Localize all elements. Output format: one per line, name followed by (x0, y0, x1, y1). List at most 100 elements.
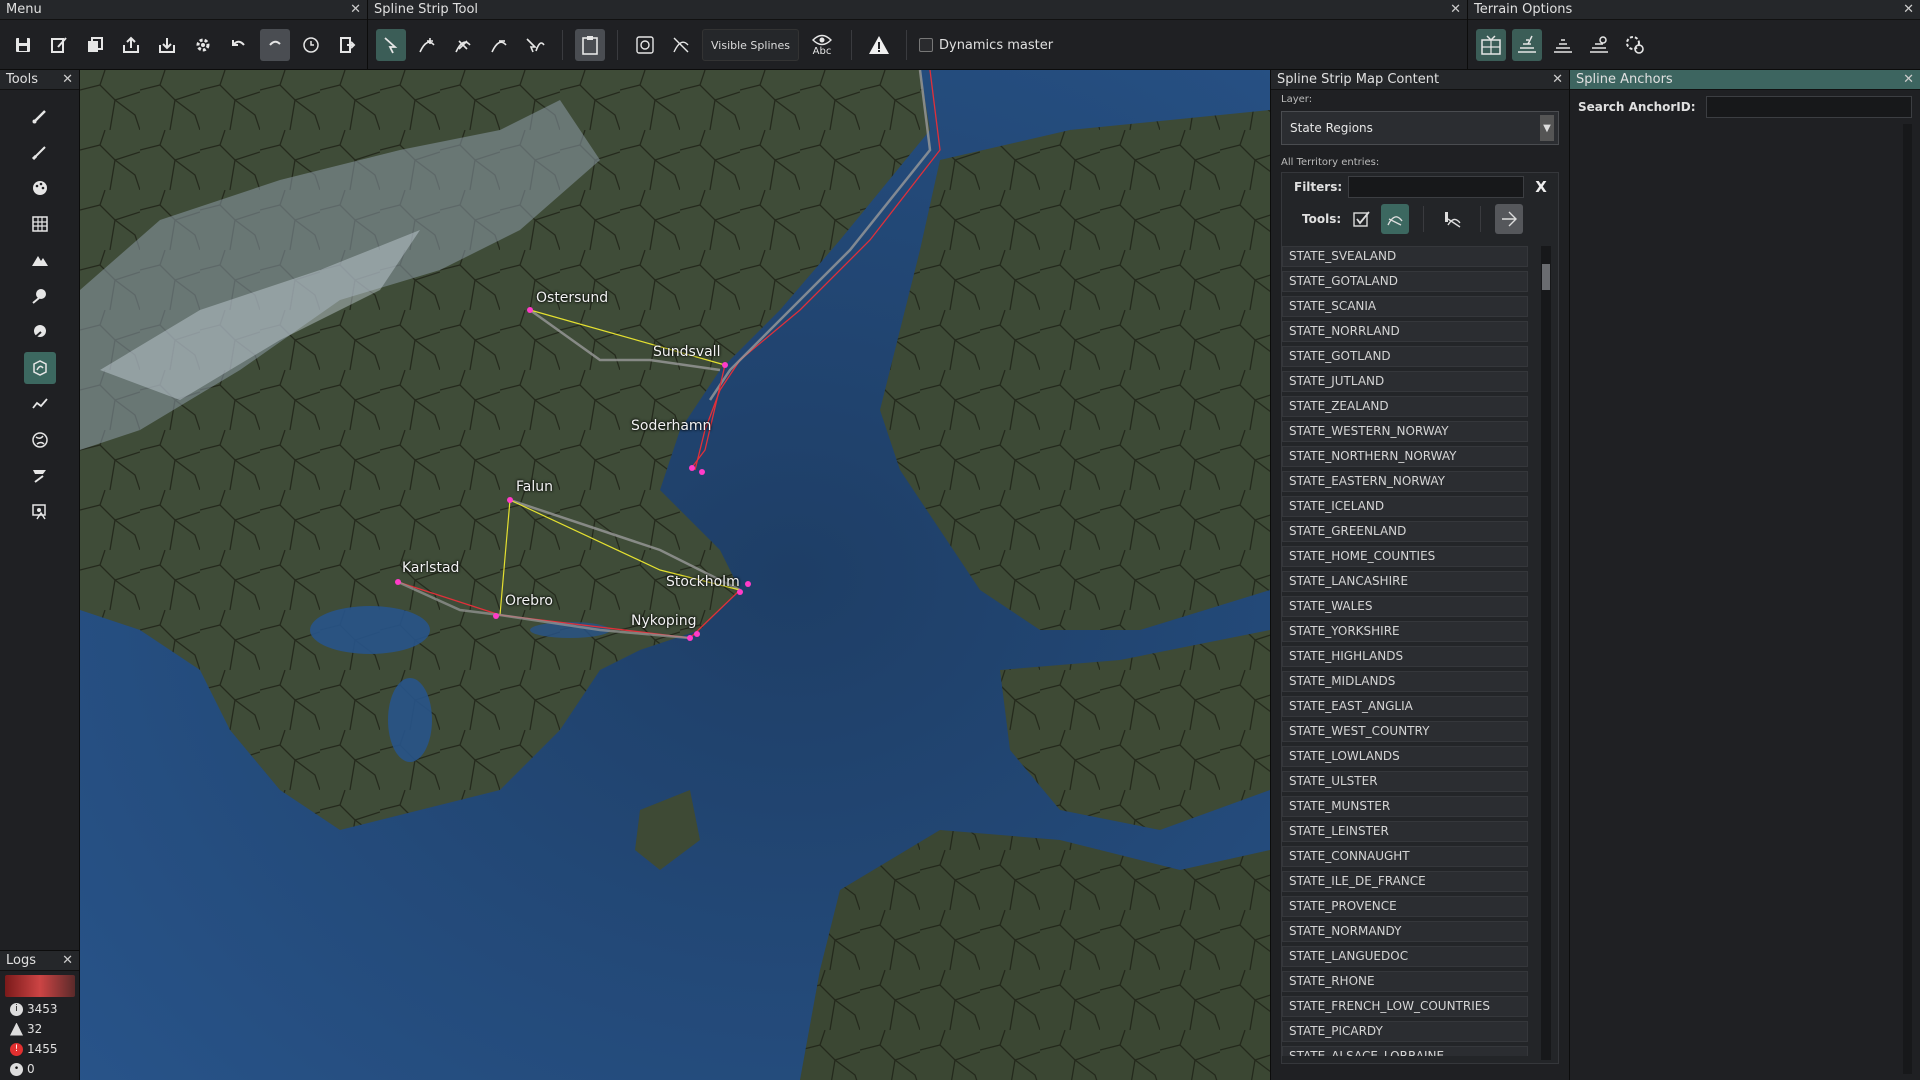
tree-paint-icon[interactable] (24, 280, 56, 312)
terrain-config-icon[interactable] (1620, 29, 1650, 61)
add-spline-point-icon[interactable] (412, 29, 442, 61)
terrain-map-icon[interactable] (1476, 29, 1506, 61)
visibility-toggle-icon[interactable] (666, 29, 696, 61)
split-spline-icon[interactable] (448, 29, 478, 61)
settings-gear-icon[interactable] (188, 29, 218, 61)
state-list-scroll-thumb[interactable] (1542, 264, 1550, 290)
logs-close-icon[interactable]: ✕ (62, 953, 73, 968)
palette-icon[interactable] (24, 172, 56, 204)
import-icon[interactable] (152, 29, 182, 61)
layer-dropdown[interactable]: State Regions ▼ (1281, 111, 1559, 145)
focus-target-icon[interactable] (630, 29, 660, 61)
road-flag-icon[interactable] (24, 460, 56, 492)
dynamics-master-checkbox[interactable] (918, 38, 933, 52)
state-list-item[interactable]: STATE_WALES (1282, 596, 1528, 617)
smudge-brush-icon[interactable] (24, 136, 56, 168)
state-list-item[interactable]: STATE_LOWLANDS (1282, 746, 1528, 767)
mountain-icon[interactable] (24, 244, 56, 276)
terrain-layers-icon[interactable] (1548, 29, 1578, 61)
clipboard-icon[interactable] (575, 29, 605, 61)
state-list-item[interactable]: STATE_NORMANDY (1282, 921, 1528, 942)
redo-icon[interactable] (260, 29, 290, 61)
state-list-item[interactable]: STATE_LANGUEDOC (1282, 946, 1528, 967)
split-entries-icon[interactable] (1495, 204, 1524, 234)
exit-icon[interactable] (332, 29, 362, 61)
filter-input[interactable] (1348, 176, 1524, 198)
state-list-item[interactable]: STATE_ULSTER (1282, 771, 1528, 792)
spline-anchors-panel: Spline Anchors ✕ Search AnchorID: (1570, 70, 1920, 1080)
state-list-item[interactable]: STATE_GOTLAND (1282, 346, 1528, 367)
undo-icon[interactable] (224, 29, 254, 61)
state-list-item[interactable]: STATE_SCANIA (1282, 296, 1528, 317)
chevron-down-icon[interactable]: ▼ (1540, 115, 1554, 141)
globe-icon[interactable] (24, 424, 56, 456)
warning-log-count[interactable]: 32 (0, 1019, 79, 1039)
map-editor-icon[interactable] (24, 496, 56, 528)
brush-icon[interactable] (24, 100, 56, 132)
remove-spline-point-icon[interactable] (484, 29, 514, 61)
map-viewport[interactable]: Ostersund Sundsvall Soderhamn Falun Karl… (80, 70, 1270, 1080)
state-list-item[interactable]: STATE_WESTERN_NORWAY (1282, 421, 1528, 442)
info-log-count[interactable]: i 3453 (0, 999, 79, 1019)
visible-splines-button[interactable]: Visible Splines (702, 29, 799, 61)
state-list-item[interactable]: STATE_NORTHERN_NORWAY (1282, 446, 1528, 467)
state-list-item[interactable]: STATE_CONNAUGHT (1282, 846, 1528, 867)
anchor-search-input[interactable] (1705, 96, 1912, 118)
state-list-item[interactable]: STATE_ILE_DE_FRANCE (1282, 871, 1528, 892)
map-content-close-icon[interactable]: ✕ (1552, 72, 1563, 87)
state-list-item[interactable]: STATE_PROVENCE (1282, 896, 1528, 917)
select-spline-icon[interactable] (376, 29, 406, 61)
spline-strip-tool-icon[interactable] (23, 352, 56, 384)
state-list-item[interactable]: STATE_MUNSTER (1282, 796, 1528, 817)
copy-icon[interactable] (80, 29, 110, 61)
terrain-settings-icon[interactable] (1584, 29, 1614, 61)
other-log-count[interactable]: • 0 (0, 1059, 79, 1079)
state-list-item[interactable]: STATE_ZEALAND (1282, 396, 1528, 417)
anchors-scrollbar[interactable] (1903, 124, 1912, 1074)
save-icon[interactable] (8, 29, 38, 61)
state-list-item[interactable]: STATE_ALSACE_LORRAINE (1282, 1046, 1528, 1056)
state-list-item[interactable]: STATE_FRENCH_LOW_COUNTRIES (1282, 996, 1528, 1017)
state-list-item[interactable]: STATE_GOTALAND (1282, 271, 1528, 292)
state-list-item[interactable]: STATE_EASTERN_NORWAY (1282, 471, 1528, 492)
state-list-item[interactable]: STATE_LEINSTER (1282, 821, 1528, 842)
history-clock-icon[interactable] (296, 29, 326, 61)
state-list-item[interactable]: STATE_ICELAND (1282, 496, 1528, 517)
spline-anchors-close-icon[interactable]: ✕ (1903, 72, 1914, 87)
state-list-item[interactable]: STATE_MIDLANDS (1282, 671, 1528, 692)
hide-entries-icon[interactable] (1438, 204, 1466, 234)
state-list-scrollbar[interactable] (1541, 246, 1551, 1060)
state-list-item[interactable]: STATE_SVEALAND (1282, 246, 1528, 267)
visibility-splines-icon[interactable] (1381, 204, 1410, 234)
state-list-item[interactable]: STATE_NORRLAND (1282, 321, 1528, 342)
menu-close-icon[interactable]: ✕ (350, 2, 361, 17)
warning-icon[interactable] (864, 29, 894, 61)
log-thumbnail[interactable] (5, 975, 75, 997)
state-list-item[interactable]: STATE_HOME_COUNTIES (1282, 546, 1528, 567)
show-labels-button[interactable]: Abc (805, 29, 839, 61)
grid-icon[interactable] (24, 208, 56, 240)
terrain-options-close-icon[interactable]: ✕ (1903, 2, 1914, 17)
state-list-item[interactable]: STATE_JUTLAND (1282, 371, 1528, 392)
state-list-item[interactable]: STATE_LANCASHIRE (1282, 571, 1528, 592)
state-list-item[interactable]: STATE_PICARDY (1282, 1021, 1528, 1042)
vegetation-brush-icon[interactable] (24, 316, 56, 348)
tools-close-icon[interactable]: ✕ (62, 72, 73, 87)
state-list-item[interactable]: STATE_RHONE (1282, 971, 1528, 992)
clear-filter-button[interactable]: X (1530, 176, 1552, 198)
terrain-height-icon[interactable] (1512, 29, 1542, 61)
edit-document-icon[interactable] (44, 29, 74, 61)
state-list-item[interactable]: STATE_HIGHLANDS (1282, 646, 1528, 667)
spline-tool-close-icon[interactable]: ✕ (1450, 2, 1461, 17)
auto-spline-icon[interactable] (520, 29, 550, 61)
export-icon[interactable] (116, 29, 146, 61)
state-list-item[interactable]: STATE_GREENLAND (1282, 521, 1528, 542)
state-list-item[interactable]: STATE_YORKSHIRE (1282, 621, 1528, 642)
state-list-item[interactable]: STATE_EAST_ANGLIA (1282, 696, 1528, 717)
line-graph-icon[interactable] (24, 388, 56, 420)
filters-label: Filters: (1294, 180, 1343, 194)
error-log-count[interactable]: ! 1455 (0, 1039, 79, 1059)
dynamics-master-toggle[interactable]: Dynamics master (918, 38, 1053, 53)
state-list-item[interactable]: STATE_WEST_COUNTRY (1282, 721, 1528, 742)
check-all-icon[interactable] (1347, 204, 1375, 234)
